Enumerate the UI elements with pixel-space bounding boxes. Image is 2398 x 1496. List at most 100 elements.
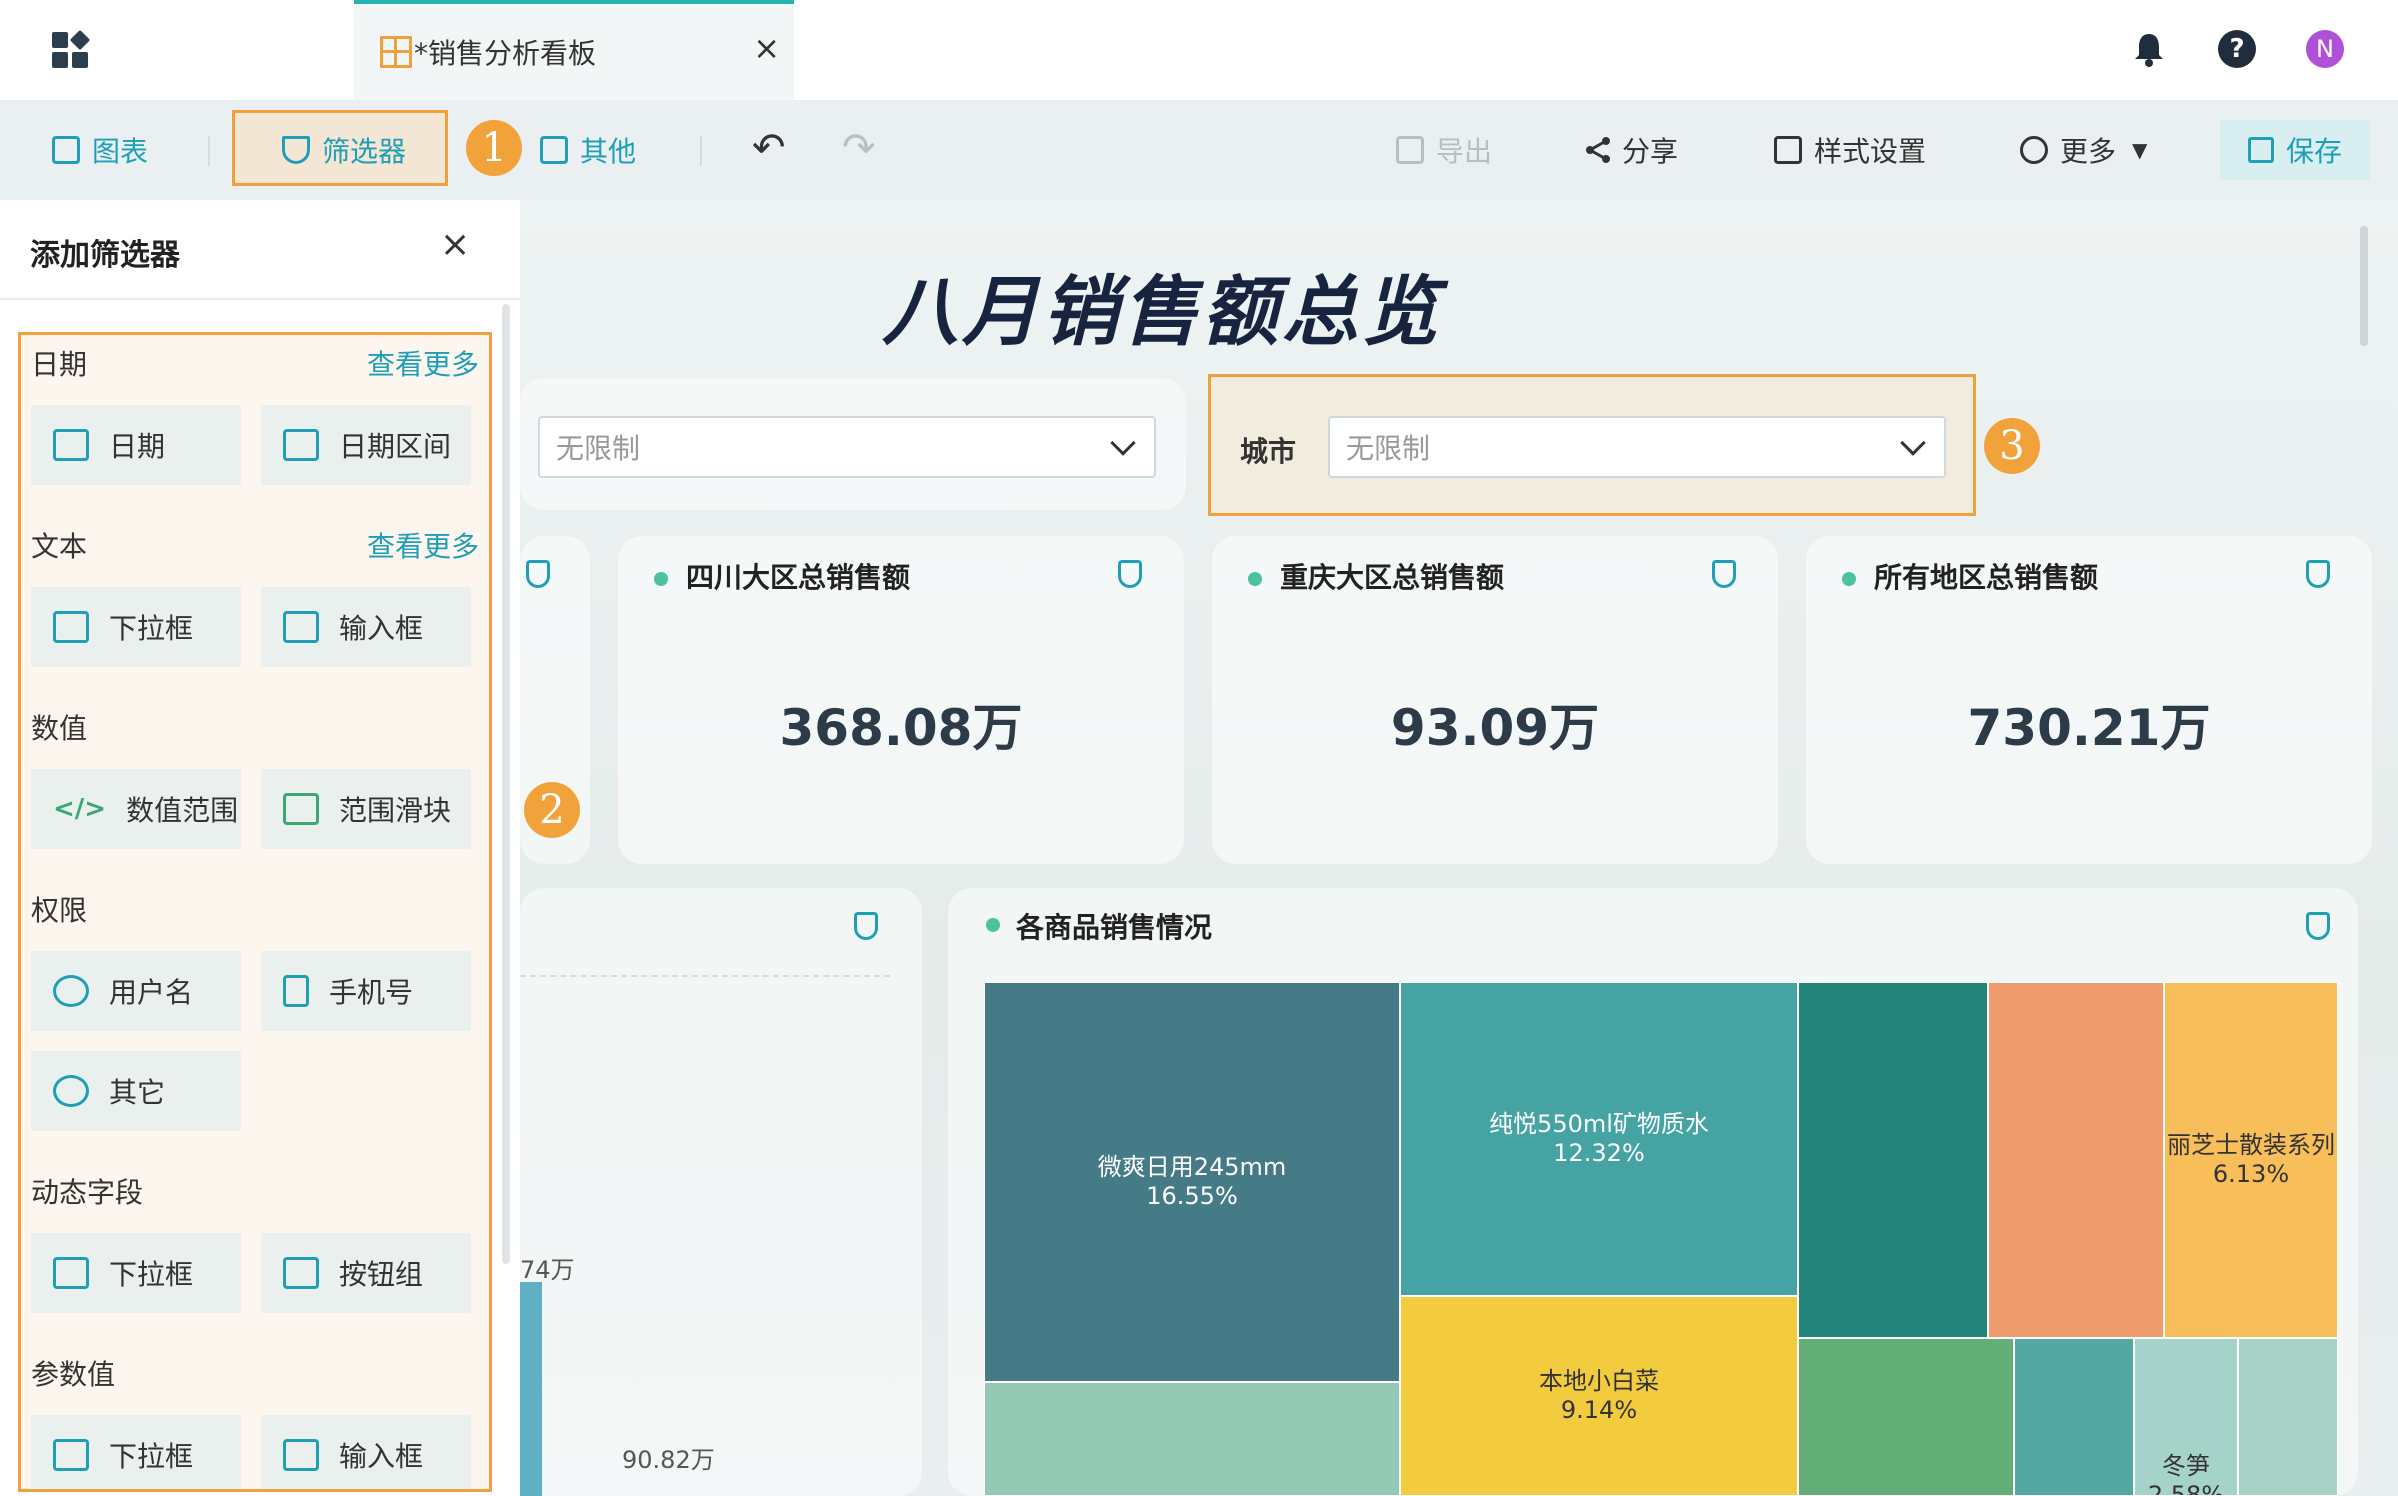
- canvas-scrollbar[interactable]: [2360, 226, 2368, 346]
- step-marker-2: 2: [524, 782, 580, 838]
- treemap-cell[interactable]: 丽芝士散装系列 6.13%: [2164, 982, 2338, 1338]
- tab-title: *销售分析看板: [414, 37, 597, 70]
- filter-card-param-dropdown[interactable]: 下拉框: [31, 1415, 241, 1489]
- panel-title: 添加筛选器: [30, 238, 180, 273]
- user-icon: [53, 975, 89, 1007]
- other-add-icon: [540, 136, 568, 164]
- treemap-cell-name: 本地小白菜: [1539, 1367, 1659, 1396]
- dashboard-title: 八月销售额总览: [882, 267, 1442, 356]
- filter-icon: [282, 136, 310, 164]
- filter-card-other[interactable]: 其它: [31, 1051, 241, 1131]
- shield-icon: [526, 560, 550, 588]
- series-dot: [1248, 572, 1262, 586]
- chart-button-label: 图表: [92, 135, 149, 168]
- filter-button[interactable]: 筛选器: [282, 130, 406, 170]
- group-title: 参数值: [31, 1358, 116, 1391]
- treemap-cell[interactable]: [2014, 1338, 2134, 1496]
- style-icon: [1774, 136, 1802, 164]
- other-button-label: 其他: [580, 135, 637, 168]
- apps-grid-icon[interactable]: [52, 29, 91, 70]
- treemap-cell-name: 微爽日用245mm: [1097, 1153, 1287, 1182]
- view-more-link[interactable]: 查看更多: [367, 343, 479, 383]
- bell-icon[interactable]: [2130, 30, 2168, 68]
- filter-card-phone[interactable]: 手机号: [261, 951, 471, 1031]
- city-select[interactable]: 无限制: [1328, 416, 1946, 478]
- filter-card-input[interactable]: 输入框: [261, 587, 471, 667]
- filter-card-dropdown[interactable]: 下拉框: [31, 587, 241, 667]
- top-bar: *销售分析看板 × ? N: [0, 0, 2398, 100]
- undo-button[interactable]: ↶: [752, 125, 786, 171]
- view-more-link[interactable]: 查看更多: [367, 525, 479, 565]
- filter-type-list: 日期 查看更多 日期 日期区间 文本 查看更多 下拉框 输入框 数值 </> 数值…: [18, 332, 492, 1492]
- style-settings-button[interactable]: 样式设置: [1774, 130, 1926, 170]
- bar-value-label: 90.82万: [622, 1446, 715, 1474]
- redo-button[interactable]: ↷: [842, 125, 876, 171]
- treemap-cell[interactable]: 微爽日用245mm 16.55%: [984, 982, 1400, 1382]
- filter-card-label: 日期: [109, 430, 166, 463]
- filter-card-label: 手机号: [329, 976, 414, 1009]
- filter-card-label: 日期区间: [339, 430, 452, 463]
- filter-card-range-slider[interactable]: 范围滑块: [261, 769, 471, 849]
- filter-card-button-group[interactable]: 按钮组: [261, 1233, 471, 1313]
- panel-scrollbar[interactable]: [502, 304, 510, 1264]
- toolbar-divider: [208, 136, 210, 166]
- shield-icon[interactable]: [1118, 560, 1142, 588]
- calendar-icon: [53, 429, 89, 461]
- panel-close-icon[interactable]: ×: [440, 224, 470, 265]
- treemap-cell[interactable]: [1798, 1338, 2014, 1496]
- style-settings-label: 样式设置: [1814, 135, 1927, 168]
- shield-icon[interactable]: [854, 912, 878, 940]
- divider: [0, 298, 520, 300]
- bar-value-label: 74万: [520, 1256, 575, 1284]
- shield-icon[interactable]: [2306, 560, 2330, 588]
- shield-icon[interactable]: [2306, 912, 2330, 940]
- group-title: 日期: [31, 348, 88, 381]
- treemap-cell[interactable]: [1988, 982, 2164, 1338]
- dashboard-icon: [380, 36, 412, 68]
- more-circle-icon: [53, 1075, 89, 1107]
- add-filter-panel: 添加筛选器 × 日期 查看更多 日期 日期区间 文本 查看更多 下拉框 输入框 …: [0, 200, 520, 1496]
- calendar-range-icon: [283, 429, 319, 461]
- filter-card-date-range[interactable]: 日期区间: [261, 405, 471, 485]
- filter-card-dynamic-dropdown[interactable]: 下拉框: [31, 1233, 241, 1313]
- dropdown-icon: [53, 1439, 89, 1471]
- step-marker-3: 3: [1984, 418, 2040, 474]
- text-input-icon: [283, 1439, 319, 1471]
- avatar[interactable]: N: [2306, 30, 2344, 68]
- shield-icon[interactable]: [1712, 560, 1736, 588]
- treemap-cell[interactable]: [2238, 1338, 2338, 1496]
- tab-close-icon[interactable]: ×: [753, 32, 780, 64]
- group-title: 动态字段: [31, 1176, 144, 1209]
- treemap-cell-name: 冬笋: [2162, 1452, 2210, 1481]
- share-button[interactable]: 分享: [1584, 130, 1678, 170]
- filter-card-label: 范围滑块: [339, 794, 452, 827]
- filter-card-label: 下拉框: [109, 612, 194, 645]
- filter-card-label: 用户名: [109, 976, 194, 1009]
- save-button[interactable]: 保存: [2220, 120, 2370, 180]
- treemap-cell[interactable]: 本地小白菜 9.14%: [1400, 1296, 1798, 1496]
- chart-button[interactable]: 图表: [52, 130, 148, 170]
- filter-card-date[interactable]: 日期: [31, 405, 241, 485]
- help-icon[interactable]: ?: [2218, 30, 2256, 68]
- treemap-cell-name: 纯悦550ml矿物质水: [1489, 1110, 1709, 1139]
- treemap-cell[interactable]: [1798, 982, 1988, 1338]
- series-dot: [1842, 572, 1856, 586]
- filter-card-number-range[interactable]: </> 数值范围: [31, 769, 241, 849]
- more-button[interactable]: 更多 ▼: [2020, 130, 2147, 170]
- tab-sales-dashboard[interactable]: *销售分析看板 ×: [354, 0, 794, 100]
- treemap-cell-pct: 2.58%: [2147, 1481, 2225, 1495]
- treemap-cell[interactable]: [984, 1382, 1400, 1496]
- treemap-cell[interactable]: 纯悦550ml矿物质水 12.32%: [1400, 982, 1798, 1296]
- filter-card-username[interactable]: 用户名: [31, 951, 241, 1031]
- treemap-cell[interactable]: 冬笋 2.58%: [2134, 1338, 2238, 1496]
- other-button[interactable]: 其他: [540, 130, 636, 170]
- filter-select[interactable]: 无限制: [538, 416, 1156, 478]
- export-button[interactable]: 导出: [1396, 130, 1492, 170]
- filter-card-param-input[interactable]: 输入框: [261, 1415, 471, 1489]
- treemap-cell-pct: 16.55%: [1146, 1182, 1238, 1210]
- kpi-card: 四川大区总销售额 368.08万: [618, 536, 1184, 864]
- kpi-title: 所有地区总销售额: [1874, 561, 2099, 594]
- filter-card-label: 按钮组: [339, 1258, 424, 1291]
- chevron-down-icon: [1900, 430, 1926, 456]
- toolbar-divider: [700, 136, 702, 166]
